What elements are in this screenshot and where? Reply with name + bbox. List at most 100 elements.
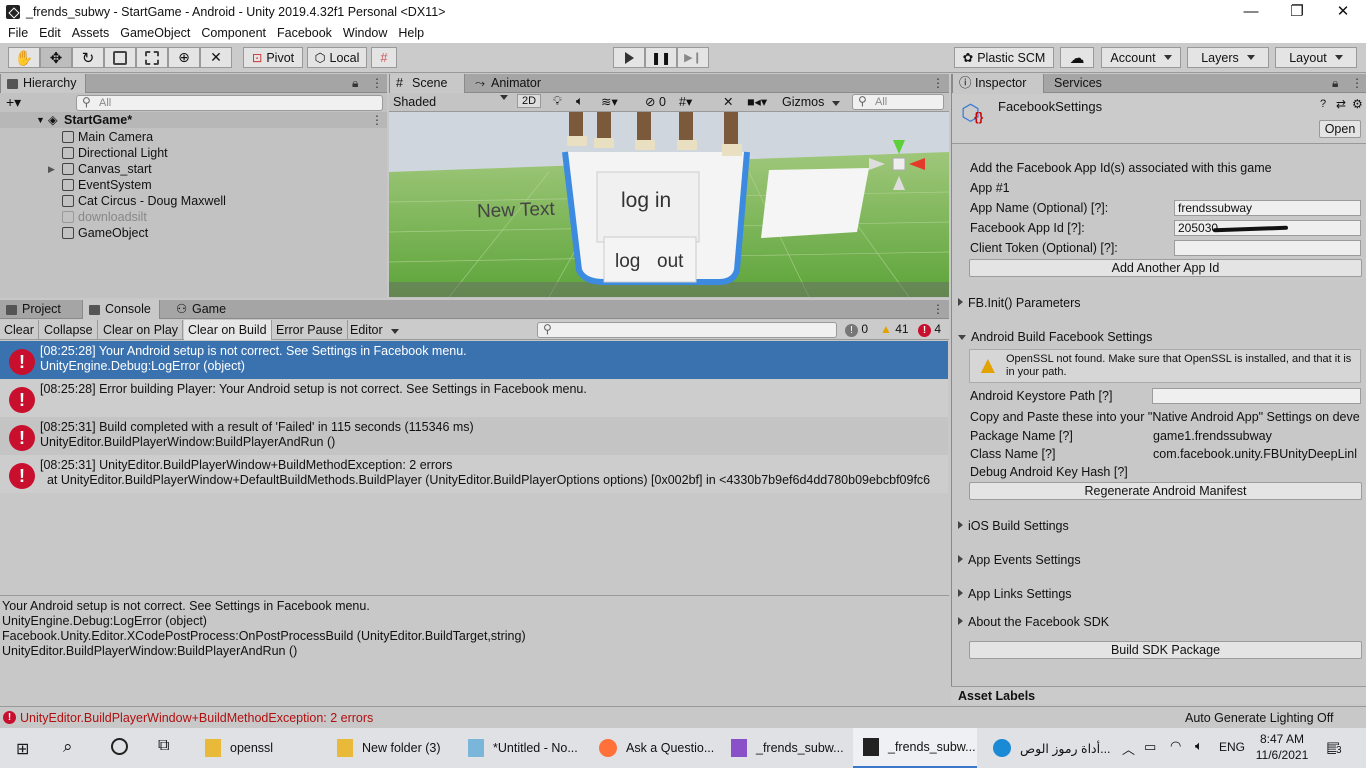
menu-file[interactable]: File xyxy=(4,26,32,40)
tab-inspector[interactable]: ⓘ Inspector xyxy=(952,74,1044,93)
tab-services[interactable]: Services xyxy=(1044,74,1110,93)
keystore-path-field[interactable] xyxy=(1152,388,1361,404)
editor-dropdown[interactable]: Editor xyxy=(346,320,403,340)
taskbar-app-edge[interactable]: أداة رموز الوص... xyxy=(993,728,1111,768)
clear-on-build-toggle[interactable]: Clear on Build xyxy=(184,320,272,340)
hierarchy-item-downloadsilt[interactable]: downloadsilt xyxy=(62,209,362,225)
taskbar-app-firefox[interactable]: Ask a Questio... xyxy=(599,728,714,768)
lock-icon[interactable]: 🔒︎ xyxy=(1332,76,1338,91)
menu-facebook[interactable]: Facebook xyxy=(273,26,336,40)
scene-menu-icon[interactable]: ⋮ xyxy=(371,113,383,127)
tray-chevron-icon[interactable]: ︿ xyxy=(1122,739,1135,758)
scene-search-input[interactable]: All xyxy=(852,94,944,110)
open-button[interactable]: Open xyxy=(1319,120,1361,138)
tab-hierarchy[interactable]: Hierarchy xyxy=(0,74,86,93)
inspector-menu-icon[interactable]: ⋮ xyxy=(1351,76,1363,90)
hidden-objects-icon[interactable]: ⊘ xyxy=(645,94,655,109)
panel-menu-icon[interactable]: ⋮ xyxy=(371,76,383,90)
taskbar-app-visual-studio[interactable]: _frends_subw... xyxy=(731,728,844,768)
layers-dropdown[interactable]: Layers xyxy=(1187,47,1269,68)
add-app-id-button[interactable]: Add Another App Id xyxy=(969,259,1362,277)
info-count-toggle[interactable]: ! 0 xyxy=(845,322,868,337)
build-sdk-package-button[interactable]: Build SDK Package xyxy=(969,641,1362,659)
tab-game[interactable]: ⚇ Game xyxy=(170,300,234,319)
language-indicator[interactable]: ENG xyxy=(1219,740,1245,754)
menu-component[interactable]: Component xyxy=(197,26,270,40)
console-entry[interactable]: ! [08:25:28] Your Android setup is not c… xyxy=(0,341,948,379)
search-icon[interactable]: ⌕ xyxy=(63,737,73,757)
collapsed-arrow-icon[interactable]: ▶ xyxy=(48,161,55,177)
scale-tool-button[interactable] xyxy=(104,47,136,68)
grid-icon[interactable]: #▾ xyxy=(679,94,692,109)
gizmos-dropdown[interactable]: Gizmos xyxy=(782,95,840,109)
taskbar-app-notepad[interactable]: *Untitled - No... xyxy=(468,728,578,768)
tab-console[interactable]: Console xyxy=(82,300,160,319)
hierarchy-item-directional-light[interactable]: Directional Light xyxy=(62,145,362,161)
console-entry[interactable]: ! [08:25:28] Error building Player: Your… xyxy=(0,379,948,417)
pivot-toggle[interactable]: ⊡ Pivot xyxy=(243,47,303,68)
app-id-field[interactable]: 205030 xyxy=(1174,220,1361,236)
app-links-foldout[interactable]: App Links Settings xyxy=(958,587,1072,601)
account-dropdown[interactable]: Account xyxy=(1101,47,1181,68)
maximize-button[interactable]: ❐ xyxy=(1274,0,1320,23)
ios-build-foldout[interactable]: iOS Build Settings xyxy=(958,519,1069,533)
volume-icon[interactable]: 🔈︎ xyxy=(1195,738,1203,754)
shading-mode-dropdown[interactable]: Shaded xyxy=(393,95,508,109)
windows-start-icon[interactable]: ⊞ xyxy=(16,739,29,759)
error-pause-toggle[interactable]: Error Pause xyxy=(272,320,348,340)
effects-icon[interactable]: ≋▾ xyxy=(601,94,618,109)
rotate-tool-button[interactable]: ↻ xyxy=(72,47,104,68)
snap-button[interactable]: # xyxy=(371,47,397,68)
hierarchy-item-eventsystem[interactable]: EventSystem xyxy=(62,177,362,193)
app-events-foldout[interactable]: App Events Settings xyxy=(958,553,1081,567)
clear-on-play-toggle[interactable]: Clear on Play xyxy=(99,320,184,340)
taskbar-app-new-folder[interactable]: New folder (3) xyxy=(337,728,441,768)
play-button[interactable] xyxy=(613,47,645,68)
package-name-value[interactable]: game1.frendssubway xyxy=(1153,429,1272,443)
move-tool-button[interactable]: ✥ xyxy=(40,47,72,68)
error-count-toggle[interactable]: ! 4 xyxy=(918,322,941,337)
about-sdk-foldout[interactable]: About the Facebook SDK xyxy=(958,615,1109,629)
scene-viewport[interactable]: New Text log in log out xyxy=(389,112,949,297)
fb-init-foldout[interactable]: FB.Init() Parameters xyxy=(958,296,1081,310)
hierarchy-item-cat-circus[interactable]: Cat Circus - Doug Maxwell xyxy=(62,193,372,209)
menu-help[interactable]: Help xyxy=(394,26,428,40)
tools-icon[interactable]: ✕ xyxy=(723,94,733,109)
clear-button[interactable]: Clear xyxy=(0,320,39,340)
pause-button[interactable]: ❚❚ xyxy=(645,47,677,68)
scene-panel-menu-icon[interactable]: ⋮ xyxy=(932,76,944,90)
status-error-message[interactable]: UnityEditor.BuildPlayerWindow+BuildMetho… xyxy=(20,711,373,725)
asset-labels-bar[interactable]: Asset Labels xyxy=(951,686,1366,704)
client-token-field[interactable] xyxy=(1174,240,1361,256)
lighting-icon[interactable]: 💡︎ xyxy=(553,94,562,109)
tab-project[interactable]: Project xyxy=(0,300,69,319)
menu-edit[interactable]: Edit xyxy=(35,26,65,40)
clock[interactable]: 8:47 AM 11/6/2021 xyxy=(1254,731,1310,763)
wifi-icon[interactable]: ◠ xyxy=(1170,738,1181,754)
hierarchy-search-input[interactable]: All xyxy=(76,95,383,111)
preset-icon[interactable]: ⇄ xyxy=(1336,97,1346,111)
tab-scene[interactable]: # Scene xyxy=(389,74,465,93)
close-button[interactable]: ✕ xyxy=(1320,0,1366,23)
settings-gear-icon[interactable]: ⚙ xyxy=(1352,97,1363,111)
collapse-button[interactable]: Collapse xyxy=(40,320,98,340)
hierarchy-item-canvas-start[interactable]: ▶ Canvas_start xyxy=(48,161,348,177)
audio-icon[interactable]: 🔈︎ xyxy=(576,94,584,109)
console-entry[interactable]: ! [08:25:31] UnityEditor.BuildPlayerWind… xyxy=(0,455,948,493)
warning-count-toggle[interactable]: ▲ 41 xyxy=(880,322,909,336)
minimize-button[interactable]: — xyxy=(1228,0,1274,23)
cortana-icon[interactable] xyxy=(111,738,128,755)
hierarchy-item-gameobject[interactable]: GameObject xyxy=(62,225,362,241)
android-build-foldout[interactable]: Android Build Facebook Settings xyxy=(958,330,1152,344)
collab-cloud-button[interactable]: ☁ xyxy=(1060,47,1094,68)
taskbar-app-openssl[interactable]: openssl xyxy=(205,728,273,768)
hand-tool-button[interactable]: ✋ xyxy=(8,47,40,68)
step-button[interactable]: ▶❙ xyxy=(677,47,709,68)
battery-icon[interactable]: ▭ xyxy=(1144,739,1156,755)
plastic-scm-button[interactable]: ✿ Plastic SCM xyxy=(954,47,1054,68)
layout-dropdown[interactable]: Layout xyxy=(1275,47,1357,68)
class-name-value[interactable]: com.facebook.unity.FBUnityDeepLinl xyxy=(1153,447,1362,461)
tab-animator[interactable]: ⤳ Animator xyxy=(469,74,549,93)
mode-2d-toggle[interactable]: 2D xyxy=(517,94,542,108)
app-name-field[interactable]: frendssubway xyxy=(1174,200,1361,216)
